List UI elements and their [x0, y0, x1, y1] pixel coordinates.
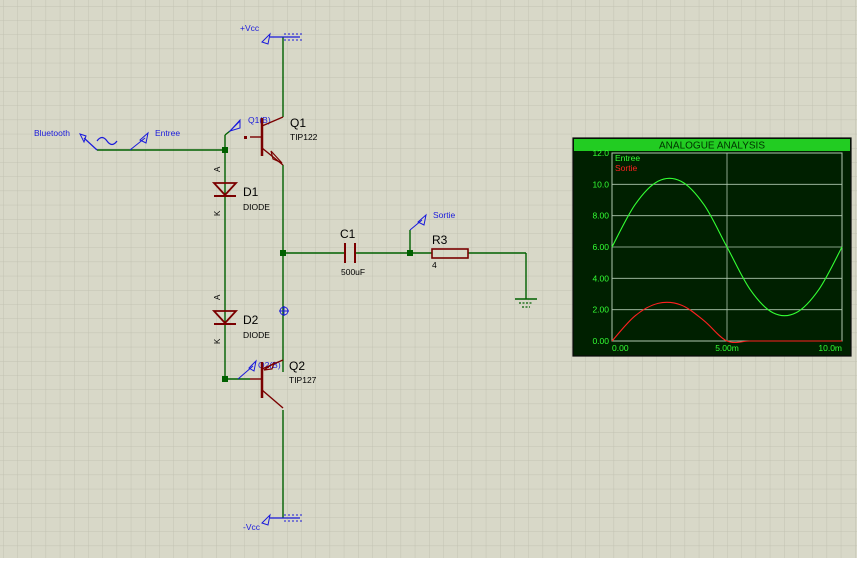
y-tick-label: 12.0	[592, 148, 609, 158]
x-tick-label: 10.0m	[818, 343, 842, 353]
y-tick-label: 8.00	[592, 211, 609, 221]
d1-anode-label: A	[213, 166, 222, 172]
x-tick-label: 0.00	[612, 343, 629, 353]
q1-value: TIP122	[290, 132, 318, 142]
probe-sortie-label: Sortie	[433, 210, 455, 220]
d1-cathode-label: K	[213, 210, 222, 216]
d1-ref: D1	[243, 185, 259, 199]
q2-value: TIP127	[289, 375, 317, 385]
r3-value: 4	[432, 260, 437, 270]
y-tick-label: 4.00	[592, 273, 609, 283]
d2-ref: D2	[243, 313, 259, 327]
d2-value: DIODE	[243, 330, 270, 340]
y-tick-label: 2.00	[592, 305, 609, 315]
q1-ref: Q1	[290, 116, 306, 130]
generator-label: Bluetooth	[34, 128, 70, 138]
vcc-pos-label: +Vcc	[240, 23, 260, 33]
y-tick-label: 10.0	[592, 179, 609, 189]
c1-value: 500uF	[341, 267, 365, 277]
x-tick-label: 5.00m	[715, 343, 739, 353]
c1-ref: C1	[340, 227, 356, 241]
d2-anode-label: A	[213, 294, 222, 300]
d2-cathode-label: K	[213, 338, 222, 344]
d1-value: DIODE	[243, 202, 270, 212]
schematic-canvas[interactable]: +Vcc -Vcc Bluetooth Entree Q1(B) Q1 TIP1…	[0, 0, 857, 558]
q2-ref: Q2	[289, 359, 305, 373]
schematic-drawing[interactable]: +Vcc -Vcc Bluetooth Entree Q1(B) Q1 TIP1…	[0, 0, 857, 558]
r3-ref: R3	[432, 233, 448, 247]
vcc-neg-label: -Vcc	[243, 522, 261, 532]
legend-sortie: Sortie	[615, 163, 637, 173]
graph-title: ANALOGUE ANALYSIS	[659, 141, 765, 152]
y-tick-label: 6.00	[592, 242, 609, 252]
y-tick-label: 0.00	[592, 336, 609, 346]
probe-entree-label: Entree	[155, 128, 180, 138]
legend-entree: Entree	[615, 153, 640, 163]
analogue-analysis-graph[interactable]: ANALOGUE ANALYSIS 12.0 10.0 8.00 6.00 4.00 2.…	[572, 137, 852, 357]
